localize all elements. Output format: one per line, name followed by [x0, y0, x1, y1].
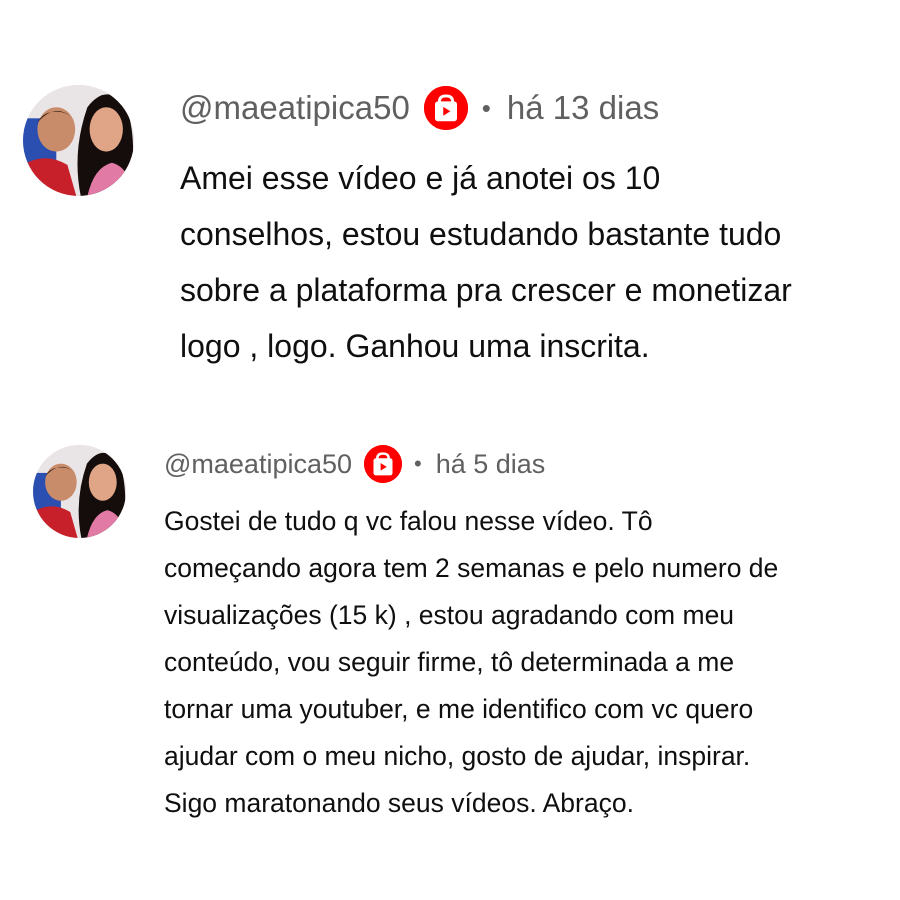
- comment-line: visualizações (15 k) , estou agradando c…: [164, 600, 735, 630]
- comment-line: ajudar com o meu nicho, gosto de ajudar,…: [164, 741, 751, 771]
- comment-line: conteúdo, vou seguir firme, tô determina…: [164, 647, 735, 677]
- comment-header: @maeatipica50 • há 13 dias: [180, 84, 659, 132]
- comment-header: @maeatipica50 • há 5 dias: [164, 444, 545, 484]
- comment-text: Gostei de tudo q vc falou nesse vídeo. T…: [164, 498, 884, 827]
- author-handle[interactable]: @maeatipica50: [164, 449, 352, 480]
- comment-line: Gostei de tudo q vc falou nesse vídeo. T…: [164, 506, 653, 536]
- comment-line: Amei esse vídeo e já anotei os 10: [180, 160, 661, 196]
- separator-dot: •: [414, 451, 422, 476]
- youtube-shopping-bag-icon[interactable]: [423, 86, 468, 130]
- comment-line: logo , logo. Ganhou uma inscrita.: [180, 328, 650, 364]
- comment-line: tornar uma youtuber, e me identifico com…: [164, 694, 754, 724]
- comment-line: conselhos, estou estudando bastante tudo: [180, 216, 782, 252]
- comment-line: Sigo maratonando seus vídeos. Abraço.: [164, 788, 634, 818]
- comment-line: sobre a plataforma pra crescer e monetiz…: [180, 272, 792, 308]
- profile-photo-icon: [23, 85, 134, 196]
- comment-timestamp[interactable]: há 13 dias: [507, 89, 659, 127]
- avatar[interactable]: [23, 85, 134, 196]
- comment-line: começando agora tem 2 semanas e pelo num…: [164, 553, 779, 583]
- author-handle[interactable]: @maeatipica50: [180, 89, 410, 127]
- comment-text: Amei esse vídeo e já anotei os 10 consel…: [180, 150, 880, 374]
- avatar[interactable]: [33, 445, 126, 538]
- separator-dot: •: [481, 92, 491, 123]
- youtube-shopping-bag-icon[interactable]: [364, 445, 403, 483]
- comment-timestamp[interactable]: há 5 dias: [436, 449, 546, 480]
- profile-photo-icon: [33, 445, 126, 538]
